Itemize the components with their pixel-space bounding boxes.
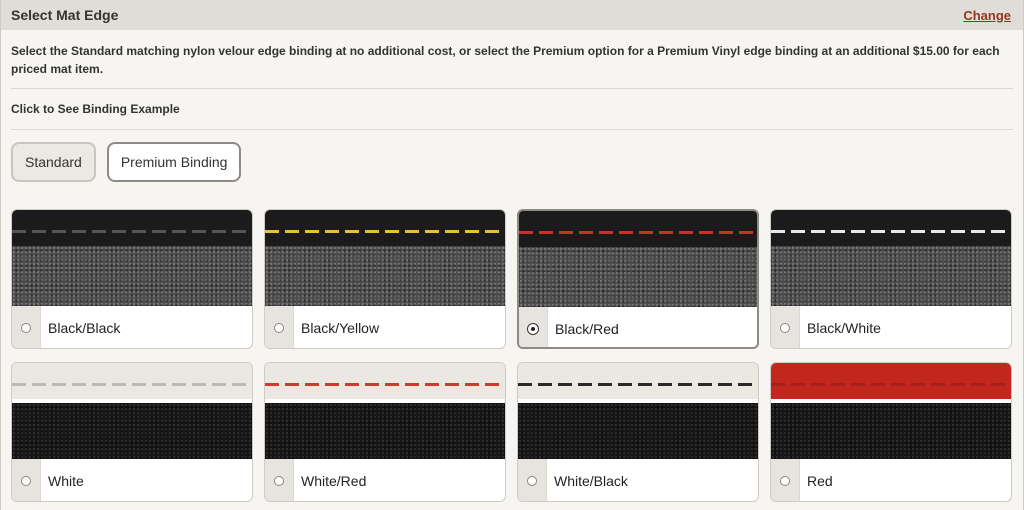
option-footer: Black/Red [519, 307, 757, 347]
mat-edge-panel: Select Mat Edge Change Select the Standa… [0, 0, 1024, 510]
binding-band [12, 210, 252, 246]
stitching [771, 230, 1011, 233]
tab-standard[interactable]: Standard [11, 142, 96, 182]
color-option-card[interactable]: Black/Red [517, 209, 759, 349]
color-option-card[interactable]: Black/Black [11, 209, 253, 349]
option-label: White/Red [301, 473, 367, 489]
option-footer: Black/White [771, 306, 1011, 348]
option-footer: Black/Yellow [265, 306, 505, 348]
binding-swatch-image [518, 363, 758, 459]
color-options-grid: Black/Black Black/Yellow Black/Red Black/Wh… [11, 209, 1012, 502]
color-option-card[interactable]: White/Red [264, 362, 506, 502]
radio-button[interactable] [528, 324, 538, 334]
binding-band [265, 363, 505, 399]
radio-cell [265, 459, 294, 501]
radio-button[interactable] [274, 323, 284, 333]
binding-example-link[interactable]: Click to See Binding Example [1, 89, 1023, 129]
tab-premium-binding[interactable]: Premium Binding [106, 142, 242, 182]
radio-button[interactable] [21, 476, 31, 486]
option-footer: Red [771, 459, 1011, 501]
radio-cell [518, 459, 547, 501]
stitching [771, 383, 1011, 386]
carpet-texture [771, 246, 1011, 306]
radio-cell [771, 459, 800, 501]
option-label: Black/Yellow [301, 320, 380, 336]
binding-band [519, 211, 757, 247]
binding-band [771, 363, 1011, 399]
radio-button[interactable] [780, 476, 790, 486]
radio-button[interactable] [21, 323, 31, 333]
option-label: Black/White [807, 320, 881, 336]
radio-cell [519, 307, 548, 347]
binding-swatch-image [771, 363, 1011, 459]
stitching [12, 383, 252, 386]
carpet-texture [265, 403, 505, 459]
carpet-texture [12, 246, 252, 306]
radio-button[interactable] [780, 323, 790, 333]
stitching [518, 383, 758, 386]
option-label: Black/Black [48, 320, 121, 336]
carpet-texture [518, 403, 758, 459]
option-label: White/Black [554, 473, 628, 489]
option-footer: White/Red [265, 459, 505, 501]
radio-cell [265, 306, 294, 348]
stitching [265, 383, 505, 386]
binding-swatch-image [12, 210, 252, 306]
binding-swatch-image [519, 211, 757, 307]
stitching [519, 231, 757, 234]
option-label: White [48, 473, 84, 489]
stitching [265, 230, 505, 233]
color-option-card[interactable]: Black/White [770, 209, 1012, 349]
color-option-card[interactable]: Red [770, 362, 1012, 502]
radio-cell [12, 459, 41, 501]
option-label: Red [807, 473, 833, 489]
binding-band [12, 363, 252, 399]
option-footer: Black/Black [12, 306, 252, 348]
binding-band [265, 210, 505, 246]
radio-cell [12, 306, 41, 348]
option-footer: White [12, 459, 252, 501]
carpet-texture [519, 247, 757, 307]
binding-band [771, 210, 1011, 246]
radio-button[interactable] [274, 476, 284, 486]
option-footer: White/Black [518, 459, 758, 501]
carpet-texture [771, 403, 1011, 459]
binding-description: Select the Standard matching nylon velou… [11, 44, 1000, 76]
color-option-card[interactable]: White [11, 362, 253, 502]
stitching [12, 230, 252, 233]
binding-band [518, 363, 758, 399]
carpet-texture [12, 403, 252, 459]
section-header: Select Mat Edge Change [1, 0, 1023, 30]
binding-swatch-image [12, 363, 252, 459]
color-option-card[interactable]: Black/Yellow [264, 209, 506, 349]
change-link[interactable]: Change [963, 8, 1011, 23]
carpet-texture [265, 246, 505, 306]
radio-button[interactable] [527, 476, 537, 486]
binding-type-tabs: Standard Premium Binding [1, 130, 1023, 186]
binding-swatch-image [265, 210, 505, 306]
option-label: Black/Red [555, 321, 619, 337]
binding-swatch-image [265, 363, 505, 459]
binding-swatch-image [771, 210, 1011, 306]
section-title: Select Mat Edge [11, 7, 119, 23]
color-option-card[interactable]: White/Black [517, 362, 759, 502]
radio-cell [771, 306, 800, 348]
